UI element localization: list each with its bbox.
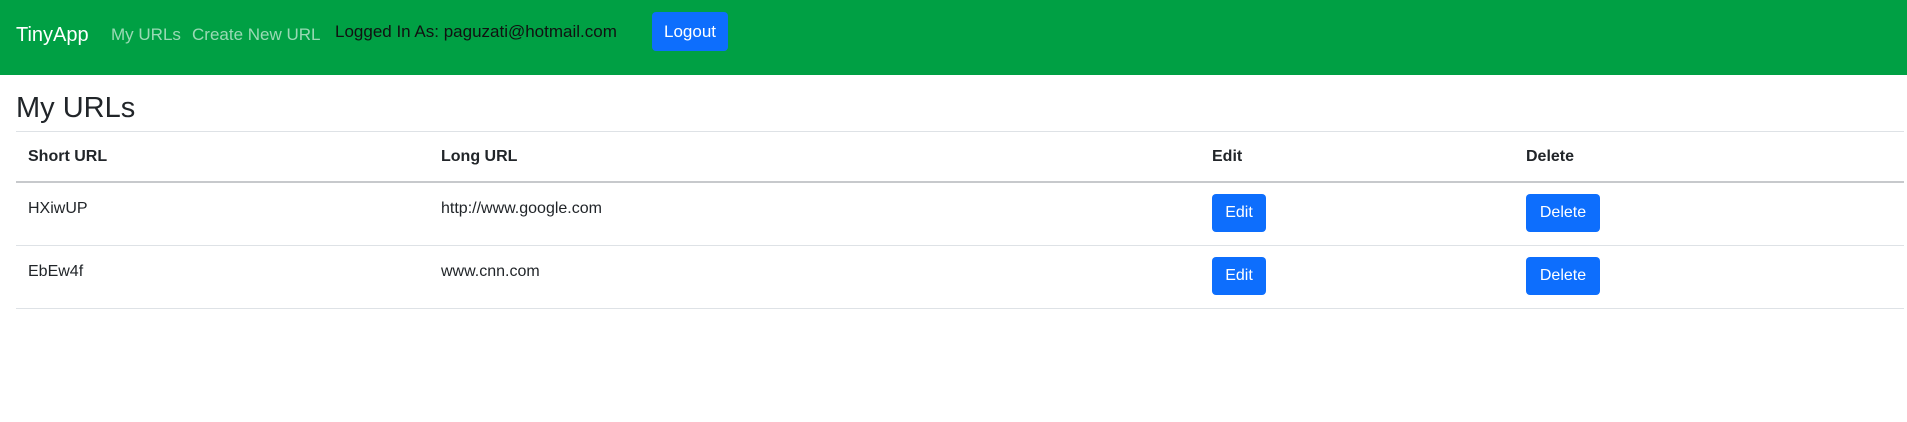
delete-cell: Delete xyxy=(1526,257,1600,295)
table-row: HXiwUP http://www.google.com Edit Delete xyxy=(16,183,1904,246)
table-header-row: Short URL Long URL Edit Delete xyxy=(16,132,1904,183)
table-row: EbEw4f www.cnn.com Edit Delete xyxy=(16,246,1904,309)
edit-button[interactable]: Edit xyxy=(1212,194,1266,232)
logout-button[interactable]: Logout xyxy=(652,12,728,51)
edit-cell: Edit xyxy=(1212,257,1266,295)
short-url-cell: EbEw4f xyxy=(28,263,84,280)
delete-cell: Delete xyxy=(1526,194,1600,232)
urls-table: Short URL Long URL Edit Delete HXiwUP ht… xyxy=(16,132,1904,309)
column-header-long-url: Long URL xyxy=(441,148,518,165)
navbar: TinyApp My URLs Create New URL Logged In… xyxy=(0,0,1907,75)
edit-button[interactable]: Edit xyxy=(1212,257,1266,295)
brand-link[interactable]: TinyApp xyxy=(16,22,89,48)
long-url-cell: http://www.google.com xyxy=(441,200,602,217)
logged-in-status: Logged In As: paguzati@hotmail.com xyxy=(335,22,617,41)
column-header-edit: Edit xyxy=(1212,148,1243,165)
page-title: My URLs xyxy=(16,92,136,124)
nav-create-url-link[interactable]: Create New URL xyxy=(192,24,321,46)
short-url-cell: HXiwUP xyxy=(28,200,88,217)
delete-button[interactable]: Delete xyxy=(1526,194,1600,232)
edit-cell: Edit xyxy=(1212,194,1266,232)
column-header-delete: Delete xyxy=(1526,148,1575,165)
delete-button[interactable]: Delete xyxy=(1526,257,1600,295)
column-header-short-url: Short URL xyxy=(28,148,108,165)
nav-my-urls-link[interactable]: My URLs xyxy=(111,24,181,46)
long-url-cell: www.cnn.com xyxy=(441,263,540,280)
